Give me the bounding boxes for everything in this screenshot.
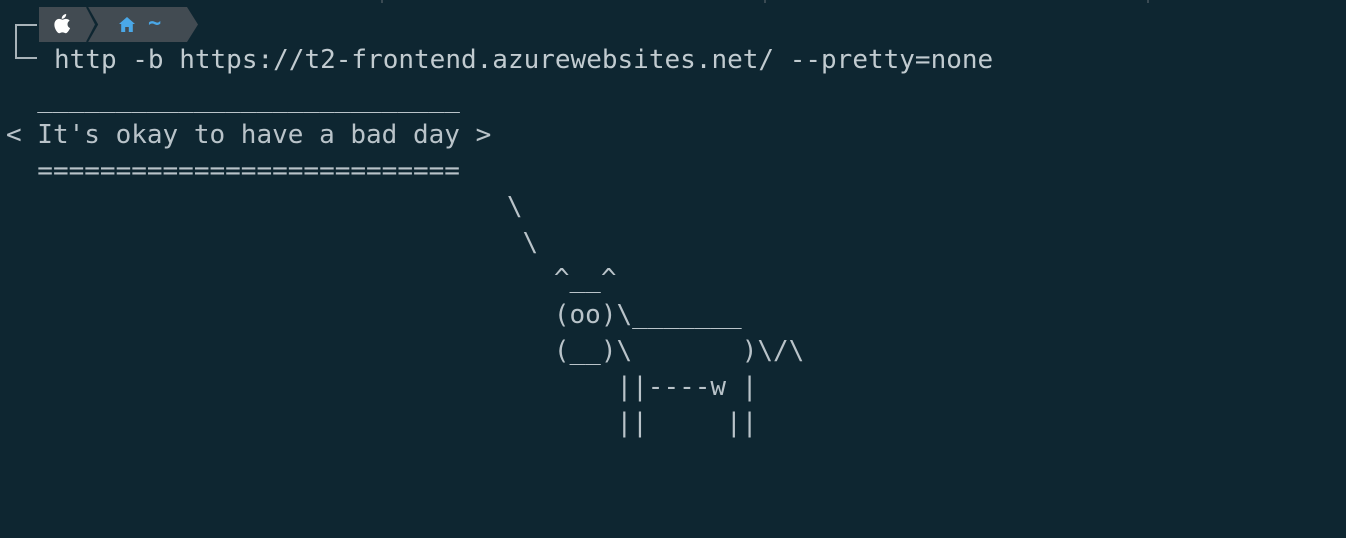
- apple-icon: [54, 14, 71, 34]
- cow-line: \: [6, 192, 523, 222]
- cow-line: ||----w |: [6, 372, 758, 402]
- cow-line: (oo)\_______: [6, 300, 742, 330]
- prompt-directory: ~: [148, 11, 162, 36]
- prompt-bracket: [15, 24, 37, 59]
- speech-bubble-top: ___________________________: [6, 84, 460, 114]
- command-line[interactable]: http -b https://t2-frontend.azurewebsite…: [54, 44, 993, 76]
- cowsay-output: ___________________________ < It's okay t…: [6, 81, 804, 441]
- cow-line: (__)\ )\/\: [6, 336, 805, 366]
- prompt-dir-segment: [86, 7, 198, 42]
- cow-line: \: [6, 228, 539, 258]
- segment-separator: [86, 7, 99, 42]
- home-icon: [119, 17, 135, 32]
- cow-line: || ||: [6, 408, 758, 438]
- cow-line: ^__^: [6, 264, 617, 294]
- speech-bubble-bottom: ===========================: [6, 156, 460, 186]
- speech-bubble-text: < It's okay to have a bad day >: [6, 120, 492, 150]
